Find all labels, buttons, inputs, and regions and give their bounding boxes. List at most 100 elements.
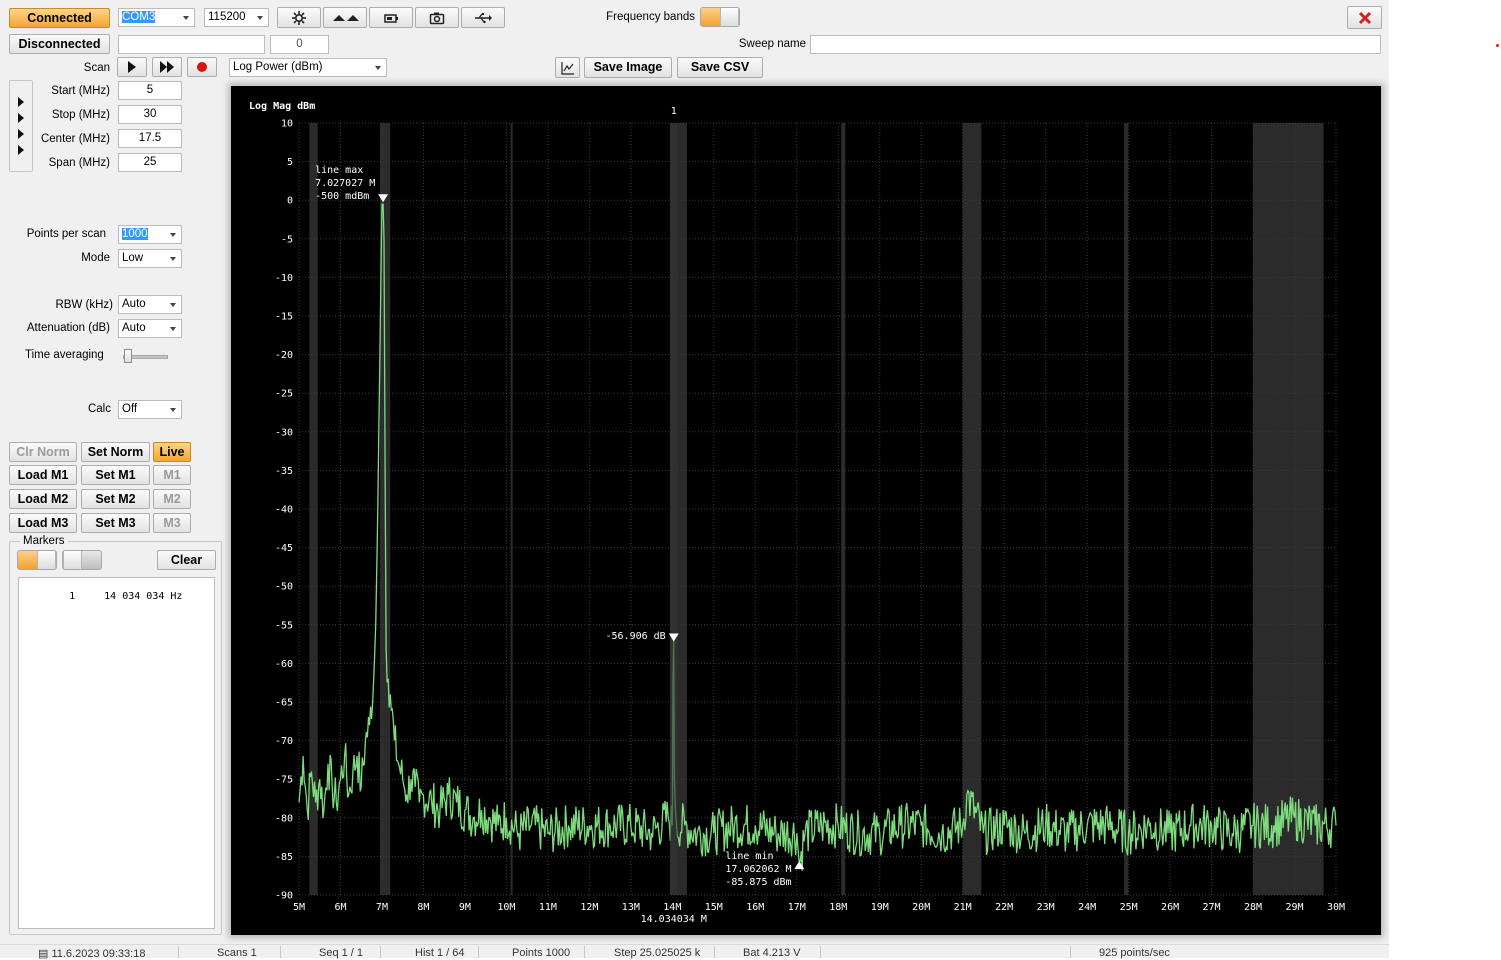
load-m3-button[interactable]: Load M3 xyxy=(9,513,77,533)
time-averaging-slider[interactable] xyxy=(123,349,168,363)
status-rate: 925 points/sec xyxy=(1099,947,1170,959)
port-select[interactable]: COM3 xyxy=(118,8,195,27)
y-tick-label: -55 xyxy=(275,620,293,631)
chart-options-button[interactable] xyxy=(555,57,580,78)
band-shading xyxy=(309,123,318,895)
set-m2-button[interactable]: Set M2 xyxy=(81,489,150,509)
x-tick-label: 17M xyxy=(788,902,806,913)
collapse-arrows-icon[interactable] xyxy=(10,81,32,171)
baud-select[interactable]: 115200 xyxy=(204,8,269,27)
usb-button[interactable] xyxy=(461,7,505,28)
x-tick-label: 26M xyxy=(1161,902,1179,913)
save-csv-button[interactable]: Save CSV xyxy=(677,57,763,78)
set-norm-button[interactable]: Set Norm xyxy=(81,442,150,462)
sweep-name-input[interactable] xyxy=(810,35,1381,54)
y-tick-label: -60 xyxy=(275,659,293,670)
y-tick-label: -70 xyxy=(275,736,293,747)
x-tick-label: 24M xyxy=(1078,902,1096,913)
marker-index: 1 xyxy=(69,591,76,602)
toggle-b-knob xyxy=(63,551,82,569)
m1-button[interactable]: M1 xyxy=(153,465,191,485)
start-label: Start (MHz) xyxy=(51,85,110,97)
rbw-select[interactable]: Auto xyxy=(118,295,182,314)
calendar-icon: ▤ xyxy=(38,948,52,960)
set-m1-button[interactable]: Set M1 xyxy=(81,465,150,485)
close-button[interactable] xyxy=(1347,6,1382,29)
points-per-scan-select[interactable]: 1000 xyxy=(118,225,182,244)
m2-button[interactable]: M2 xyxy=(153,489,191,509)
load-m2-button[interactable]: Load M2 xyxy=(9,489,77,509)
status-battery: Bat 4.213 V xyxy=(743,947,801,959)
y-tick-label: -80 xyxy=(275,813,293,824)
battery-button[interactable] xyxy=(369,7,413,28)
marker-min-label: line min xyxy=(725,851,773,862)
scan-mode-select[interactable]: Log Power (dBm) xyxy=(229,58,387,77)
settings-button[interactable] xyxy=(277,7,321,28)
marker-min-frequency: 17.062062 M xyxy=(725,864,791,875)
marker-1-value: -56.906 dB xyxy=(606,631,666,642)
x-tick-label: 16M xyxy=(746,902,764,913)
toggle-a-knob xyxy=(37,551,56,569)
slider-thumb[interactable] xyxy=(124,349,132,363)
attenuation-select[interactable]: Auto xyxy=(118,319,182,338)
markers-title: Markers xyxy=(20,535,68,547)
load-m1-button[interactable]: Load M1 xyxy=(9,465,77,485)
x-tick-label: 6M xyxy=(334,902,346,913)
center-label: Center (MHz) xyxy=(40,133,110,145)
status-scans: Scans 1 xyxy=(217,947,257,959)
markers-toggle-a[interactable] xyxy=(17,550,57,570)
expand-button[interactable] xyxy=(323,7,367,28)
frequency-bands-label: Frequency bands xyxy=(606,11,695,23)
continuous-play-button[interactable] xyxy=(152,57,182,77)
toggle-knob xyxy=(720,8,739,26)
stop-input[interactable]: 30 xyxy=(118,105,182,124)
marker-1-x-readout: 14.034034 M xyxy=(641,914,707,925)
span-input[interactable]: 25 xyxy=(118,153,182,172)
x-tick-label: 10M xyxy=(497,902,515,913)
disconnected-button[interactable]: Disconnected xyxy=(9,34,110,54)
connected-button[interactable]: Connected xyxy=(9,8,110,28)
start-input[interactable]: 5 xyxy=(118,81,182,100)
red-dot xyxy=(1496,44,1499,47)
calc-select[interactable]: Off xyxy=(118,400,182,419)
y-tick-label: -25 xyxy=(275,389,293,400)
status-bar: ▤ 11.6.2023 09:33:18 Scans 1 Seq 1 / 1 H… xyxy=(0,944,1389,960)
y-tick-label: -15 xyxy=(275,312,293,323)
y-tick-label: -50 xyxy=(275,582,293,593)
center-input[interactable]: 17.5 xyxy=(118,129,182,148)
spectrum-plot[interactable]: 10 5 0 -5 -10 -15 -20 -25 -30 -35 -40 -45 -50 -55 -60 -… xyxy=(231,86,1381,935)
marker-list[interactable]: 1 14 034 034 Hz xyxy=(18,577,215,929)
save-image-button[interactable]: Save Image xyxy=(584,57,672,78)
record-button[interactable] xyxy=(187,57,217,77)
x-tick-label: 13M xyxy=(622,902,640,913)
double-up-arrow-icon xyxy=(333,15,359,21)
status-separator xyxy=(714,946,715,958)
set-m3-button[interactable]: Set M3 xyxy=(81,513,150,533)
x-tick-label: 15M xyxy=(705,902,723,913)
marker-max-value: -500 mdBm xyxy=(315,191,369,202)
m3-button[interactable]: M3 xyxy=(153,513,191,533)
mode-select[interactable]: Low xyxy=(118,249,182,268)
screenshot-button[interactable] xyxy=(415,7,459,28)
clear-norm-button[interactable]: Clr Norm xyxy=(9,442,77,462)
status-separator xyxy=(1070,946,1071,958)
frequency-bands-toggle[interactable] xyxy=(700,7,740,27)
live-button[interactable]: Live xyxy=(153,442,191,462)
count-field[interactable]: 0 xyxy=(270,35,329,54)
x-tick-label: 5M xyxy=(293,902,305,913)
y-tick-label: -10 xyxy=(275,273,293,284)
marker-1-column xyxy=(669,123,678,895)
chart-icon xyxy=(560,62,574,75)
x-tick-label: 9M xyxy=(459,902,471,913)
markers-toggle-b[interactable] xyxy=(62,550,102,570)
status-field[interactable] xyxy=(118,35,265,54)
play-button[interactable] xyxy=(117,57,147,77)
clear-markers-button[interactable]: Clear xyxy=(157,550,216,570)
points-value: 1000 xyxy=(122,228,148,240)
spectrum-chart[interactable]: 10 5 0 -5 -10 -15 -20 -25 -30 -35 -40 -45 -50 -55 -60 -… xyxy=(231,86,1381,935)
x-tick-label: 19M xyxy=(871,902,889,913)
list-item[interactable]: 1 14 034 034 Hz xyxy=(33,580,182,613)
x-tick-label: 22M xyxy=(995,902,1013,913)
x-tick-label: 7M xyxy=(376,902,388,913)
toggle-a-fill xyxy=(18,551,37,569)
